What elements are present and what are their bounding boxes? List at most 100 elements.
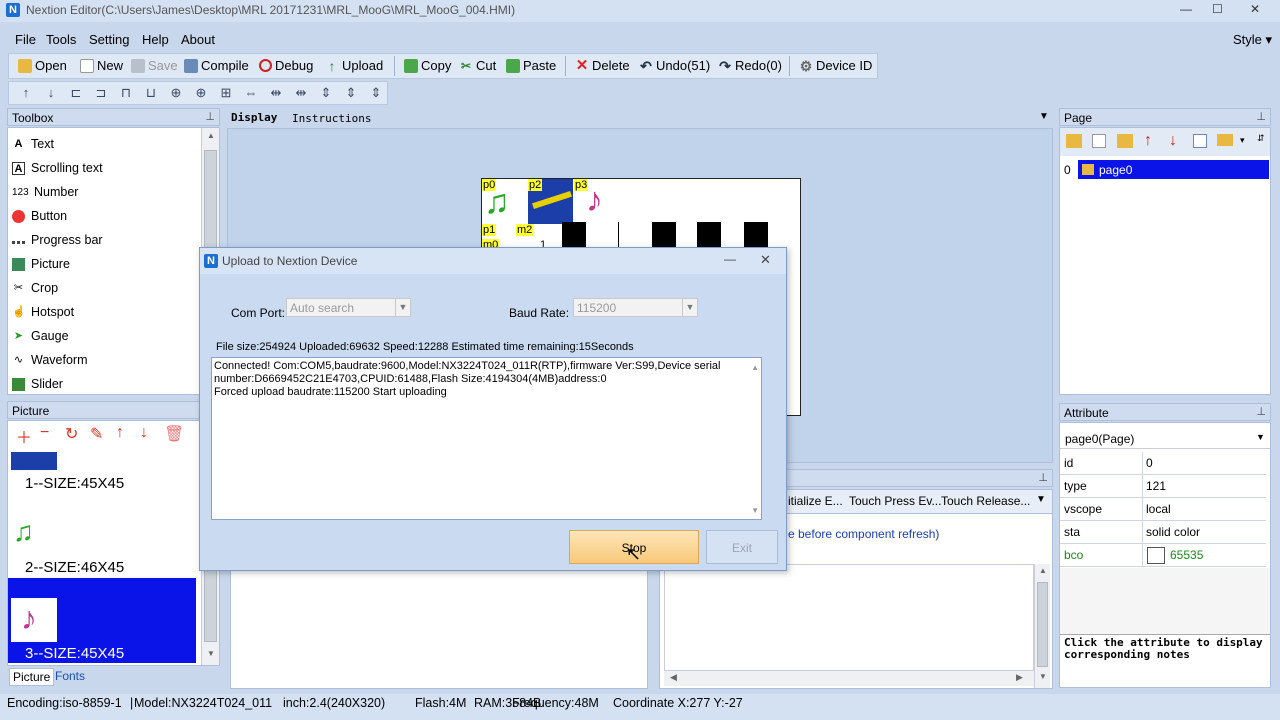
menu-about[interactable]: About [181,32,215,47]
open-button[interactable]: Open [18,58,67,73]
menu-setting[interactable]: Setting [89,32,129,47]
upload-log[interactable]: Connected! Com:COM5,baudrate:9600,Model:… [211,357,762,520]
attr-row-sta[interactable]: sta solid color [1060,521,1266,544]
compile-button[interactable]: Compile [184,58,249,73]
component-p0[interactable]: ♫ p0 [482,179,527,224]
debug-button[interactable]: Debug [259,58,313,73]
tab-initialize-event[interactable]: itialize E... [788,494,843,508]
dropdown-arrow-icon[interactable]: ▼ [1036,494,1046,505]
dialog-close-button[interactable]: ✕ [760,252,771,268]
minimize-button[interactable]: — [1180,2,1192,16]
tool-waveform[interactable]: ∿ Waveform [12,353,88,367]
h-spacing-equal-icon[interactable]: ⇹ [294,86,308,100]
refresh-icon[interactable]: ↻ [65,424,78,444]
dialog-minimize-button[interactable]: — [724,252,736,266]
tab-fonts[interactable]: Fonts [55,669,85,683]
tool-text[interactable]: A Text [12,137,54,151]
tab-picture[interactable]: Picture [9,668,55,686]
pin-icon[interactable]: ⊥ [1256,110,1266,123]
menu-tools[interactable]: Tools [46,32,76,47]
maximize-button[interactable]: ☐ [1212,2,1223,16]
v-spacing-increase-icon[interactable]: ⇕ [344,86,358,100]
align-left-icon[interactable]: ⊏ [69,86,83,100]
new-button[interactable]: New [80,58,123,73]
tool-picture[interactable]: Picture [12,257,70,271]
v-spacing-icon[interactable]: ⇕ [319,86,333,100]
scroll-down-icon[interactable]: ▼ [1039,672,1047,681]
insert-page-icon[interactable] [1117,134,1133,148]
dropdown-arrow-icon[interactable]: ▼ [1039,111,1049,122]
scroll-up-icon[interactable]: ▲ [207,131,215,140]
tool-gauge[interactable]: ➤ Gauge [12,329,69,343]
align-top-icon[interactable]: ⊓ [119,86,133,100]
pin-icon[interactable]: ⊥ [205,110,215,123]
tool-progress-bar[interactable]: Progress bar [12,233,103,247]
tool-slider[interactable]: Slider [12,377,63,391]
tool-number[interactable]: 123 Number [12,185,78,199]
h-spacing-icon[interactable]: ⇹ [269,86,283,100]
baud-rate-select[interactable]: 115200 ▼ [573,298,698,317]
center-horizontal-icon[interactable]: ⊕ [169,86,183,100]
picture-item[interactable]: ♫ 2--SIZE:46X45 [8,514,196,576]
align-right-icon[interactable]: ⊐ [94,86,108,100]
move-down-icon[interactable]: ↓ [140,424,148,442]
tab-instructions[interactable]: Instructions [292,112,371,125]
trash-icon[interactable]: 🗑 [164,424,184,444]
tab-touch-release-event[interactable]: Touch Release... [941,494,1030,508]
component-p2[interactable]: p2 [528,179,573,224]
same-size-icon[interactable]: ⊞ [219,86,233,100]
scroll-down-icon[interactable]: ▼ [207,649,215,658]
upload-button[interactable]: ↑ Upload [325,58,384,73]
more-icon[interactable]: ⇵ [1257,133,1265,144]
menu-style[interactable]: Style ▾ [1233,32,1272,48]
picture-item[interactable]: 1--SIZE:45X45 [8,452,196,510]
send-backward-icon[interactable]: ↓ [44,86,58,100]
component-m2[interactable]: m2 [516,224,534,236]
copy-button[interactable]: Copy [404,58,451,73]
event-code-editor[interactable] [664,564,1034,674]
event-scrollbar[interactable]: ▲ ▼ [1034,564,1050,688]
dropdown-arrow-icon[interactable]: ▾ [1240,135,1245,146]
component-p3[interactable]: ♪ p3 [574,179,619,224]
same-width-icon[interactable]: ⇔ [244,86,258,100]
move-down-icon[interactable]: ↓ [1169,132,1177,150]
scroll-down-icon[interactable]: ▼ [751,504,759,517]
tool-button[interactable]: Button [12,209,67,223]
com-port-select[interactable]: Auto search ▼ [286,298,411,317]
tool-scrolling-text[interactable]: A Scrolling text [12,161,103,175]
scroll-left-icon[interactable]: ◀ [670,672,677,683]
picture-item-selected[interactable]: ♪ 3--SIZE:45X45 [8,578,196,663]
delete-page-icon[interactable] [1092,134,1106,148]
attr-row-bco[interactable]: bco 65535 [1060,544,1266,567]
tool-crop[interactable]: ✂ Crop [12,281,58,295]
copy-page-icon[interactable] [1193,134,1207,148]
color-swatch[interactable] [1147,547,1165,564]
remove-icon[interactable]: − [40,424,49,442]
close-button[interactable]: ✕ [1250,2,1260,16]
attr-row-id[interactable]: id 0 [1060,452,1266,475]
device-id-button[interactable]: ⚙ Device ID [799,58,873,73]
page-item-page0[interactable]: page0 [1078,160,1269,179]
redo-button[interactable]: ↷ Redo(0) [718,58,782,73]
add-page-icon[interactable] [1066,134,1082,148]
center-vertical-icon[interactable]: ⊕ [194,86,208,100]
event-hscrollbar[interactable]: ◀ ▶ [664,670,1034,686]
scroll-up-icon[interactable]: ▲ [1039,566,1047,575]
exit-button[interactable]: Exit [706,530,778,564]
scroll-thumb[interactable] [1037,582,1048,667]
pin-icon[interactable]: ⊥ [1256,405,1266,418]
menu-help[interactable]: Help [142,32,169,47]
bring-forward-icon[interactable]: ↑ [19,86,33,100]
edit-icon[interactable]: ✎ [90,424,103,444]
attr-row-vscope[interactable]: vscope local [1060,498,1266,521]
add-icon[interactable]: ＋ [16,424,32,448]
scroll-right-icon[interactable]: ▶ [1016,672,1023,683]
tab-display[interactable]: Display [231,111,277,124]
component-p1[interactable]: p1 [482,224,497,236]
import-page-icon[interactable] [1217,134,1233,146]
menu-file[interactable]: File [15,32,36,47]
scroll-up-icon[interactable]: ▲ [751,361,759,374]
tab-touch-press-event[interactable]: Touch Press Ev... [849,494,941,508]
undo-button[interactable]: ↶ Undo(51) [639,58,710,73]
pin-icon[interactable]: ⊥ [1038,471,1048,484]
